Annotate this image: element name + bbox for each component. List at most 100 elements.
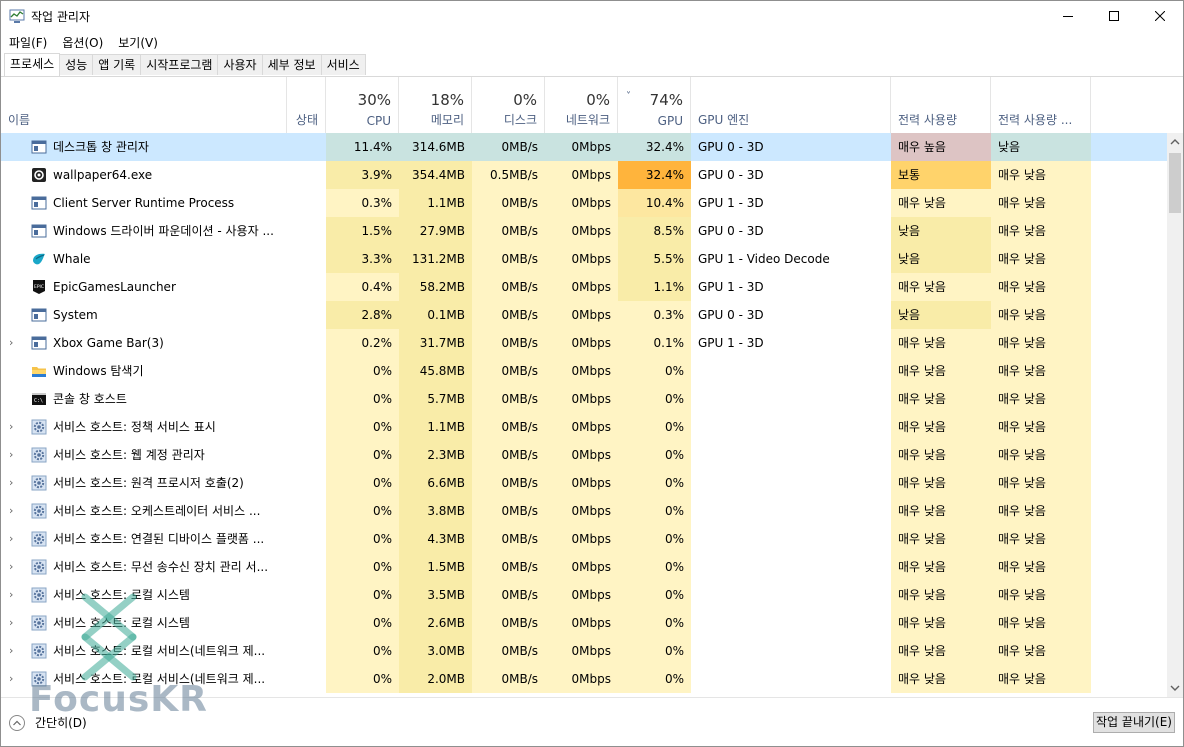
row-filler: [1091, 161, 1167, 189]
status-cell: [287, 385, 326, 413]
tab-details[interactable]: 세부 정보: [261, 54, 322, 75]
scroll-down-icon[interactable]: [1170, 684, 1180, 692]
minimize-button[interactable]: [1045, 1, 1091, 31]
tab-startup[interactable]: 시작프로그램: [140, 54, 219, 75]
col-memory[interactable]: 18% 메모리: [399, 77, 472, 133]
expand-chevron-icon[interactable]: ›: [9, 581, 13, 609]
power-cell: 매우 낮음: [891, 553, 991, 581]
footer: 간단히(D) 작업 끝내기(E): [1, 697, 1183, 746]
cpu-cell: 0%: [326, 385, 399, 413]
col-gpu[interactable]: ˅ 74% GPU: [618, 77, 691, 133]
network-cell: 0Mbps: [545, 497, 618, 525]
process-row[interactable]: Windows 탐색기 0% 45.8MB 0MB/s 0Mbps 0% 매우 낮음 매우 낮…: [1, 357, 1167, 385]
col-name[interactable]: 이름: [1, 77, 287, 133]
expand-chevron-icon[interactable]: ›: [9, 441, 13, 469]
menu-options[interactable]: 옵션(O): [54, 31, 110, 53]
process-row[interactable]: wallpaper64.exe 3.9% 354.4MB 0.5MB/s 0Mbps 32…: [1, 161, 1167, 189]
expand-chevron-icon[interactable]: ›: [9, 665, 13, 693]
col-power[interactable]: 전력 사용량: [891, 77, 991, 133]
process-row[interactable]: › 서비스 호스트: 로컬 서비스(네트워크 제... 0% 2.0MB 0MB/s 0M…: [1, 665, 1167, 693]
row-filler: [1091, 581, 1167, 609]
row-filler: [1091, 413, 1167, 441]
row-filler: [1091, 637, 1167, 665]
col-power-trend[interactable]: 전력 사용량 ...: [991, 77, 1091, 133]
expand-chevron-icon[interactable]: ›: [9, 609, 13, 637]
power-cell: 매우 낮음: [891, 581, 991, 609]
power-cell: 낮음: [891, 245, 991, 273]
memory-cell: 5.7MB: [399, 385, 472, 413]
col-power-trend-label: 전력 사용량 ...: [998, 113, 1073, 127]
vertical-scrollbar[interactable]: [1167, 133, 1183, 697]
tab-users[interactable]: 사용자: [217, 54, 263, 75]
process-row[interactable]: 데스크톱 창 관리자 11.4% 314.6MB 0MB/s 0Mbps 32.4% GPU…: [1, 133, 1167, 161]
power-cell: 낮음: [891, 301, 991, 329]
process-row[interactable]: EPIC EpicGamesLauncher 0.4% 58.2MB 0MB/s 0Mbp…: [1, 273, 1167, 301]
menu-file[interactable]: 파일(F): [1, 31, 54, 53]
scroll-up-icon[interactable]: [1170, 138, 1180, 146]
expand-chevron-icon[interactable]: ›: [9, 525, 13, 553]
service-gear-icon: [31, 643, 47, 659]
process-row[interactable]: › 서비스 호스트: 웹 계정 관리자 0% 2.3MB 0MB/s 0Mbps 0% 매우 …: [1, 441, 1167, 469]
menu-view[interactable]: 보기(V): [110, 31, 165, 53]
process-name-cell: › 서비스 호스트: 오케스트레이터 서비스 ...: [1, 497, 326, 525]
process-row[interactable]: › 서비스 호스트: 정책 서비스 표시 0% 1.1MB 0MB/s 0Mbps 0% 매우…: [1, 413, 1167, 441]
disk-cell: 0MB/s: [472, 525, 545, 553]
process-name-cell: › 서비스 호스트: 원격 프로시저 호출(2): [1, 469, 326, 497]
gpu-cell: 0%: [618, 637, 691, 665]
power-trend-cell: 매우 낮음: [991, 441, 1091, 469]
epic-games-icon: EPIC: [33, 280, 45, 294]
gpu-cell: 0.3%: [618, 301, 691, 329]
end-task-button[interactable]: 작업 끝내기(E): [1093, 712, 1175, 733]
col-cpu[interactable]: 30% CPU: [326, 77, 399, 133]
process-name: EpicGamesLauncher: [53, 280, 176, 294]
process-row[interactable]: Windows 드라이버 파운데이션 - 사용자 ... 1.5% 27.9MB 0M…: [1, 217, 1167, 245]
col-status[interactable]: 상태: [287, 77, 326, 133]
console-icon: C:\: [32, 393, 46, 405]
status-cell: [287, 217, 326, 245]
status-cell: [287, 301, 326, 329]
expand-chevron-icon[interactable]: ›: [9, 637, 13, 665]
expand-chevron-icon[interactable]: ›: [9, 497, 13, 525]
process-name: 서비스 호스트: 원격 프로시저 호출(2): [53, 476, 244, 490]
process-row[interactable]: › 서비스 호스트: 로컬 시스템 0% 3.5MB 0MB/s 0Mbps 0% 매우 낮음…: [1, 581, 1167, 609]
process-name: 서비스 호스트: 로컬 시스템: [53, 616, 190, 630]
process-row[interactable]: › 서비스 호스트: 원격 프로시저 호출(2) 0% 6.6MB 0MB/s 0Mbps…: [1, 469, 1167, 497]
tab-processes[interactable]: 프로세스: [4, 53, 61, 76]
tab-services[interactable]: 서비스: [320, 54, 366, 75]
expand-chevron-icon[interactable]: ›: [9, 413, 13, 441]
process-row[interactable]: › 서비스 호스트: 연결된 디바이스 플랫폼 ... 0% 4.3MB 0MB/s 0M…: [1, 525, 1167, 553]
tab-performance[interactable]: 성능: [59, 54, 94, 75]
power-cell: 매우 낮음: [891, 469, 991, 497]
process-row[interactable]: › 서비스 호스트: 로컬 시스템 0% 2.6MB 0MB/s 0Mbps 0% 매우 낮음…: [1, 609, 1167, 637]
scrollbar-thumb[interactable]: [1169, 153, 1181, 213]
chevron-up-icon: [9, 714, 25, 731]
power-trend-cell: 매우 낮음: [991, 665, 1091, 693]
process-name: wallpaper64.exe: [53, 168, 153, 182]
process-row[interactable]: › Xbox Game Bar(3) 0.2% 31.7MB 0MB/s 0Mbps 0.1…: [1, 329, 1167, 357]
process-row[interactable]: System 2.8% 0.1MB 0MB/s 0Mbps 0.3% GPU 0 - 3D 낮…: [1, 301, 1167, 329]
col-disk[interactable]: 0% 디스크: [472, 77, 545, 133]
tab-app-history[interactable]: 앱 기록: [92, 54, 142, 75]
expand-chevron-icon[interactable]: ›: [9, 469, 13, 497]
expand-chevron-icon[interactable]: ›: [9, 329, 13, 357]
gpu-cell: 0%: [618, 609, 691, 637]
process-row[interactable]: Whale 3.3% 131.2MB 0MB/s 0Mbps 5.5% GPU 1 - Vi…: [1, 245, 1167, 273]
power-trend-cell: 매우 낮음: [991, 189, 1091, 217]
maximize-button[interactable]: [1091, 1, 1137, 31]
process-row[interactable]: C:\ 콘솔 창 호스트 0% 5.7MB 0MB/s 0Mbps 0% 매우 낮음 매우 낮음: [1, 385, 1167, 413]
close-button[interactable]: [1137, 1, 1183, 31]
process-row[interactable]: › 서비스 호스트: 무선 송수신 장치 관리 서... 0% 1.5MB 0MB/s 0…: [1, 553, 1167, 581]
expand-chevron-icon[interactable]: ›: [9, 553, 13, 581]
process-row[interactable]: › 서비스 호스트: 로컬 서비스(네트워크 제... 0% 3.0MB 0MB/s 0M…: [1, 637, 1167, 665]
power-trend-cell: 매우 낮음: [991, 637, 1091, 665]
fewer-details-button[interactable]: 간단히(D): [9, 714, 87, 731]
cpu-cell: 0%: [326, 441, 399, 469]
col-network[interactable]: 0% 네트워크: [545, 77, 618, 133]
power-trend-cell: 매우 낮음: [991, 385, 1091, 413]
close-icon: [1155, 11, 1165, 21]
process-row[interactable]: Client Server Runtime Process 0.3% 1.1MB 0M…: [1, 189, 1167, 217]
cpu-cell: 0.3%: [326, 189, 399, 217]
col-gpu-engine[interactable]: GPU 엔진: [691, 77, 891, 133]
memory-cell: 58.2MB: [399, 273, 472, 301]
process-row[interactable]: › 서비스 호스트: 오케스트레이터 서비스 ... 0% 3.8MB 0MB/s 0Mb…: [1, 497, 1167, 525]
